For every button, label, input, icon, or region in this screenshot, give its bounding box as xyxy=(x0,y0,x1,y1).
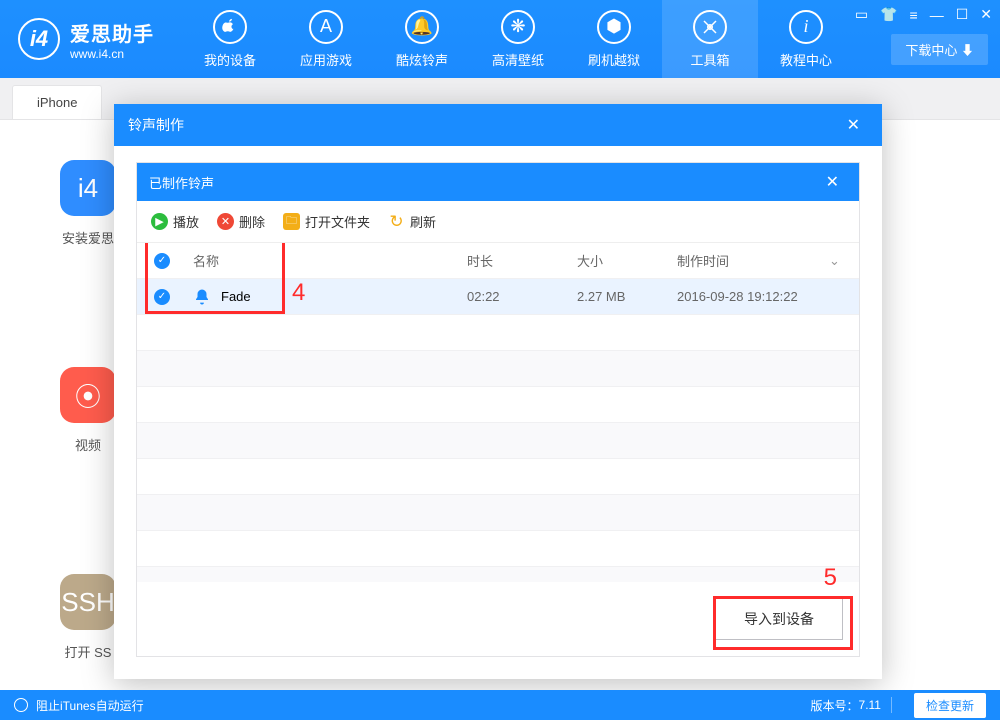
refresh-icon: ↻ xyxy=(388,213,405,230)
dialog-title: 铃声制作 xyxy=(128,115,184,135)
sort-indicator-icon[interactable]: ⌄ xyxy=(829,253,859,269)
nav-apps[interactable]: A 应用游戏 xyxy=(278,0,374,78)
itunes-block-toggle[interactable]: 阻止iTunes自动运行 xyxy=(14,697,144,714)
flower-icon: ❋ xyxy=(501,10,535,44)
tool-item[interactable]: ⦿ 视频 xyxy=(60,367,116,454)
tool-label: 视频 xyxy=(75,435,101,454)
tool-item[interactable]: i4 安装爱思 xyxy=(60,160,116,247)
app-logo: i4 爱思助手 www.i4.cn xyxy=(18,18,154,61)
col-created[interactable]: 制作时间 xyxy=(677,251,829,270)
list-row xyxy=(137,387,859,423)
app-name: 爱思助手 xyxy=(70,18,154,47)
status-bar: 阻止iTunes自动运行 版本号： 7.11 检查更新 xyxy=(0,690,1000,720)
tool-item[interactable]: SSH 打开 SS xyxy=(60,574,116,661)
row-checkbox[interactable]: ✓ xyxy=(154,289,170,305)
check-update-button[interactable]: 检查更新 xyxy=(914,693,986,718)
list-row xyxy=(137,495,859,531)
minimize-icon[interactable]: — xyxy=(930,7,944,23)
ringtone-toolbar: ▶播放 ✕删除 🗀打开文件夹 ↻刷新 xyxy=(137,201,859,243)
row-name: Fade xyxy=(221,289,251,304)
delete-button[interactable]: ✕删除 xyxy=(217,212,265,231)
row-created: 2016-09-28 19:12:22 xyxy=(677,289,829,304)
bell-icon: 🔔 xyxy=(405,10,439,44)
divider xyxy=(891,697,892,713)
import-to-device-button[interactable]: 导入到设备 xyxy=(715,598,843,640)
folder-icon: 🗀 xyxy=(283,213,300,230)
list-header: ✓ 名称 时长 大小 制作时间 ⌄ xyxy=(137,243,859,279)
video-icon: ⦿ xyxy=(60,367,116,423)
tool-icon: i4 xyxy=(60,160,116,216)
nav-toolbox[interactable]: 工具箱 xyxy=(662,0,758,78)
list-row xyxy=(137,315,859,351)
tool-label: 安装爱思 xyxy=(62,228,114,247)
window-controls: ▭ 👕 ≡ — ☐ ✕ xyxy=(855,6,992,23)
list-row xyxy=(137,531,859,567)
row-duration: 02:22 xyxy=(467,289,577,304)
list-row xyxy=(137,351,859,387)
col-size[interactable]: 大小 xyxy=(577,251,677,270)
col-duration[interactable]: 时长 xyxy=(467,251,577,270)
play-button[interactable]: ▶播放 xyxy=(151,212,199,231)
maximize-icon[interactable]: ☐ xyxy=(956,6,969,23)
toggle-icon xyxy=(14,698,28,712)
list-row xyxy=(137,423,859,459)
list-row xyxy=(137,567,859,582)
version-label: 版本号： xyxy=(811,697,859,714)
dialog-close-button[interactable]: ✕ xyxy=(839,111,868,139)
feedback-icon[interactable]: ▭ xyxy=(855,6,868,23)
nav-label: 教程中心 xyxy=(780,50,832,69)
inner-titlebar: 已制作铃声 ✕ xyxy=(137,163,859,201)
nav-ringtones[interactable]: 🔔 酷炫铃声 xyxy=(374,0,470,78)
tool-label: 打开 SS xyxy=(65,642,112,661)
ssh-icon: SSH xyxy=(60,574,116,630)
app-url: www.i4.cn xyxy=(70,47,154,61)
ringtone-maker-dialog: 铃声制作 ✕ 已制作铃声 ✕ ▶播放 ✕删除 🗀打开文件夹 ↻刷新 ✓ 名称 时… xyxy=(114,104,882,679)
menu-icon[interactable]: ≡ xyxy=(910,7,918,23)
skin-icon[interactable]: 👕 xyxy=(880,6,897,23)
nav-label: 酷炫铃声 xyxy=(396,50,448,69)
nav-label: 工具箱 xyxy=(690,50,729,69)
nav-label: 刷机越狱 xyxy=(588,50,640,69)
list-row xyxy=(137,459,859,495)
refresh-button[interactable]: ↻刷新 xyxy=(388,212,436,231)
dialog-titlebar: 铃声制作 ✕ xyxy=(114,104,882,146)
appstore-icon: A xyxy=(309,10,343,44)
nav-label: 我的设备 xyxy=(204,50,256,69)
row-size: 2.27 MB xyxy=(577,289,677,304)
tools-icon xyxy=(693,10,727,44)
ringtone-list: ✓ 名称 时长 大小 制作时间 ⌄ ✓ Fade 02:22 2.27 MB 2… xyxy=(137,243,859,582)
play-icon: ▶ xyxy=(151,213,168,230)
ringtone-icon xyxy=(193,288,211,306)
nav-my-device[interactable]: 我的设备 xyxy=(182,0,278,78)
nav-label: 应用游戏 xyxy=(300,50,352,69)
nav-label: 高清壁纸 xyxy=(492,50,544,69)
download-center-button[interactable]: 下载中心 ⬇ xyxy=(891,34,988,65)
inner-close-button[interactable]: ✕ xyxy=(818,168,847,196)
info-icon: i xyxy=(789,10,823,44)
nav-jailbreak[interactable]: ⬢ 刷机越狱 xyxy=(566,0,662,78)
list-row[interactable]: ✓ Fade 02:22 2.27 MB 2016-09-28 19:12:22 xyxy=(137,279,859,315)
version-value: 7.11 xyxy=(859,698,881,712)
tab-iphone[interactable]: iPhone xyxy=(12,85,102,119)
top-nav: 我的设备 A 应用游戏 🔔 酷炫铃声 ❋ 高清壁纸 ⬢ 刷机越狱 工具箱 i 教程中心 xyxy=(182,0,854,78)
apple-icon xyxy=(213,10,247,44)
select-all-checkbox[interactable]: ✓ xyxy=(154,253,170,269)
close-icon[interactable]: ✕ xyxy=(980,6,992,23)
app-header: i4 爱思助手 www.i4.cn 我的设备 A 应用游戏 🔔 酷炫铃声 ❋ 高清壁纸… xyxy=(0,0,1000,78)
delete-icon: ✕ xyxy=(217,213,234,230)
dialog-footer: 导入到设备 5 xyxy=(137,582,859,656)
box-icon: ⬢ xyxy=(597,10,631,44)
col-name[interactable]: 名称 xyxy=(187,251,467,270)
logo-badge-icon: i4 xyxy=(18,18,60,60)
made-ringtones-panel: 已制作铃声 ✕ ▶播放 ✕删除 🗀打开文件夹 ↻刷新 ✓ 名称 时长 大小 制作… xyxy=(136,162,860,657)
open-folder-button[interactable]: 🗀打开文件夹 xyxy=(283,212,370,231)
nav-tutorials[interactable]: i 教程中心 xyxy=(758,0,854,78)
inner-title: 已制作铃声 xyxy=(149,173,214,192)
nav-wallpapers[interactable]: ❋ 高清壁纸 xyxy=(470,0,566,78)
